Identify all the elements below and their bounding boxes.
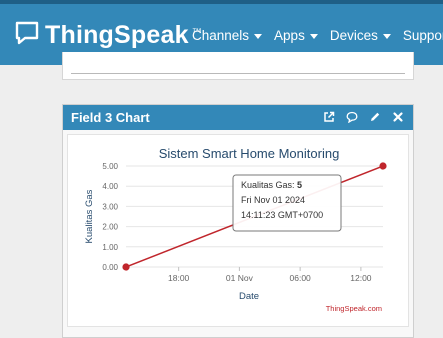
nav-channels[interactable]: Channels: [192, 28, 263, 43]
external-link-icon[interactable]: [320, 109, 338, 125]
nav-label: Support: [402, 28, 443, 43]
previous-chart-panel: [62, 52, 414, 80]
field-3-chart-panel: Field 3 Chart Sistem Smart Home Monitori…: [62, 104, 414, 338]
brand-name: ThingSpeak: [45, 21, 189, 49]
y-tick-label: 5.00: [102, 162, 118, 171]
nav-label: Channels: [192, 28, 250, 43]
x-tick-label: 12:00: [350, 273, 372, 283]
nav-label: Devices: [329, 28, 378, 43]
data-point: [122, 263, 130, 271]
nav-devices[interactable]: Devices: [330, 28, 391, 43]
chevron-down-icon: [382, 33, 391, 39]
chart-title: Sistem Smart Home Monitoring: [159, 146, 340, 161]
comment-icon[interactable]: [343, 109, 361, 125]
chevron-down-icon: [309, 33, 318, 39]
y-tick-label: 1.00: [102, 243, 118, 252]
nav-support[interactable]: Support: [403, 28, 443, 43]
close-icon[interactable]: [389, 109, 407, 125]
line-chart: Sistem Smart Home Monitoring 0.00 1.00 2.00…: [84, 146, 387, 313]
panel-title: Field 3 Chart: [71, 110, 150, 125]
nav-label: Apps: [274, 28, 305, 43]
pencil-icon[interactable]: [366, 109, 384, 125]
chevron-down-icon: [254, 33, 263, 39]
x-tick-label: 06:00: [290, 273, 312, 283]
panel-header: Field 3 Chart: [63, 105, 413, 130]
x-axis-title: Date: [239, 291, 259, 302]
chat-bubble-icon: [14, 20, 40, 51]
tooltip-line-2: Fri Nov 01 2024: [241, 195, 305, 205]
tooltip-line-3: 14:11:23 GMT+0700: [241, 210, 323, 220]
chart-credit: ThingSpeak.com: [326, 304, 382, 313]
panel-tools: [315, 109, 407, 125]
data-point: [379, 162, 387, 170]
tooltip-label: Kualitas Gas:: [241, 180, 297, 190]
y-tick-label: 0.00: [102, 263, 118, 272]
y-tick-label: 4.00: [102, 182, 118, 191]
brand-logo[interactable]: ThingSpeak ™: [14, 20, 202, 51]
y-axis-title: Kualitas Gas: [84, 189, 95, 243]
y-tick-label: 3.00: [102, 202, 118, 211]
y-tick-label: 2.00: [102, 223, 118, 232]
nav-apps[interactable]: Apps: [274, 28, 318, 43]
x-tick-label: 18:00: [168, 273, 190, 283]
tooltip-line-1: Kualitas Gas: 5: [241, 180, 302, 190]
divider: [71, 73, 405, 74]
main-nav: Channels Apps Devices Support: [192, 28, 443, 43]
chart-container: Sistem Smart Home Monitoring 0.00 1.00 2.00…: [67, 134, 409, 327]
x-tick-label: 01 Nov: [226, 273, 254, 283]
tooltip-value: 5: [297, 180, 302, 190]
